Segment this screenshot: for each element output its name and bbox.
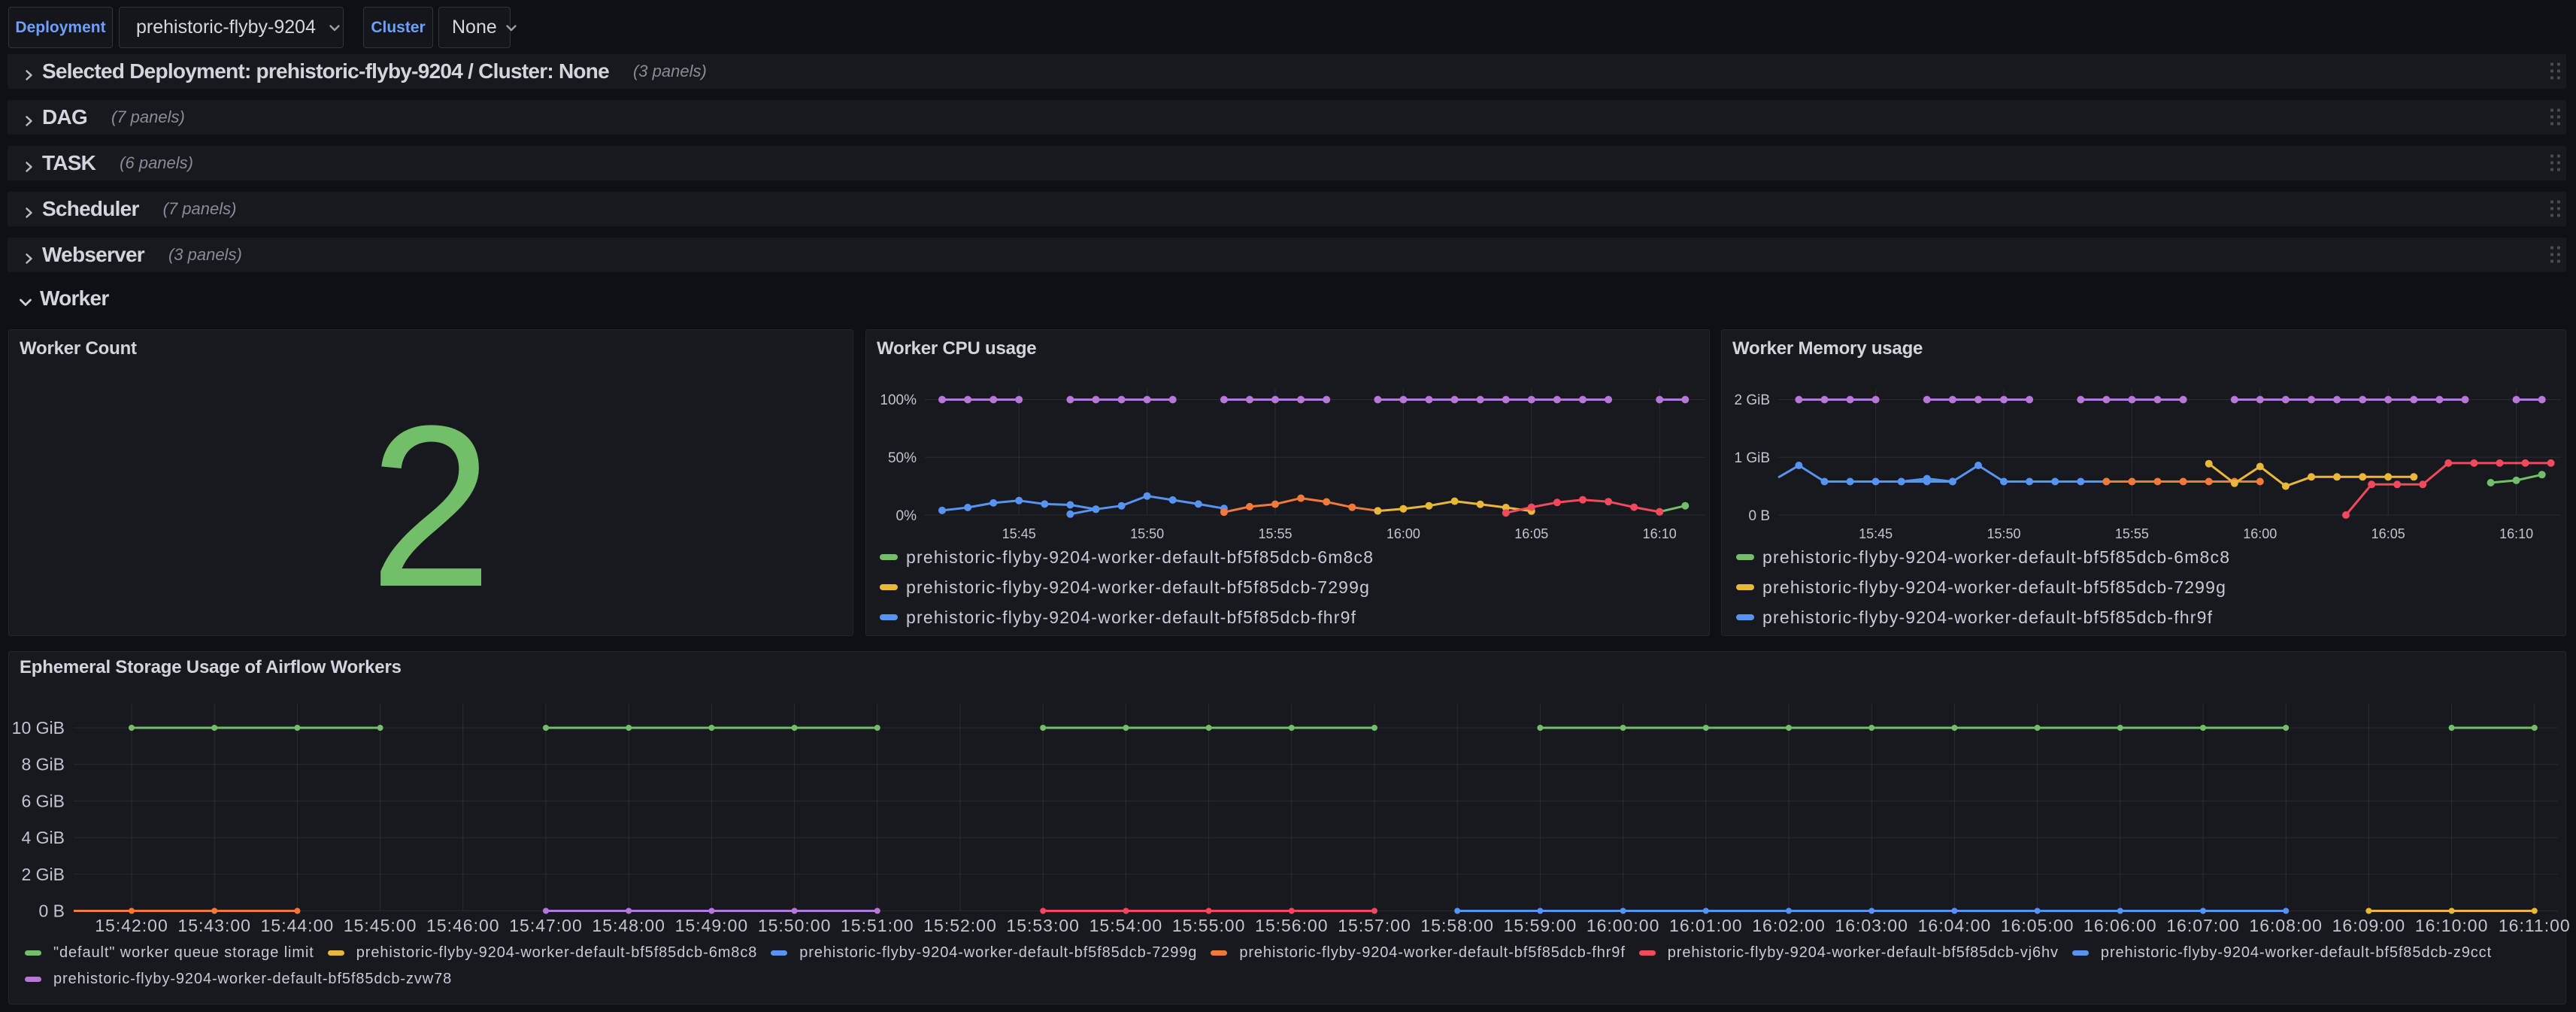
svg-text:2 GiB: 2 GiB [21, 865, 65, 884]
svg-text:16:05: 16:05 [2371, 526, 2405, 541]
svg-text:15:54:00: 15:54:00 [1089, 916, 1163, 935]
svg-text:15:48:00: 15:48:00 [592, 916, 665, 935]
svg-text:16:10: 16:10 [2499, 526, 2533, 541]
svg-text:4 GiB: 4 GiB [21, 828, 65, 847]
svg-text:15:57:00: 15:57:00 [1338, 916, 1411, 935]
svg-text:15:42:00: 15:42:00 [95, 916, 168, 935]
svg-text:0 B: 0 B [1748, 508, 1770, 524]
svg-text:16:10:00: 16:10:00 [2415, 916, 2489, 935]
svg-text:16:09:00: 16:09:00 [2332, 916, 2406, 935]
svg-text:15:59:00: 15:59:00 [1504, 916, 1577, 935]
svg-text:15:56:00: 15:56:00 [1255, 916, 1329, 935]
svg-text:15:45:00: 15:45:00 [344, 916, 417, 935]
svg-text:16:02:00: 16:02:00 [1752, 916, 1826, 935]
svg-text:16:07:00: 16:07:00 [2166, 916, 2240, 935]
svg-text:6 GiB: 6 GiB [21, 791, 65, 811]
svg-text:2 GiB: 2 GiB [1734, 392, 1770, 408]
svg-text:1 GiB: 1 GiB [1734, 450, 1770, 466]
svg-text:15:55: 15:55 [2115, 526, 2149, 541]
svg-text:10 GiB: 10 GiB [12, 718, 65, 738]
svg-text:16:10: 16:10 [1643, 526, 1677, 541]
svg-text:15:50:00: 15:50:00 [758, 916, 832, 935]
svg-text:15:50: 15:50 [1130, 526, 1164, 541]
svg-text:8 GiB: 8 GiB [21, 755, 65, 774]
svg-text:15:51:00: 15:51:00 [841, 916, 914, 935]
svg-text:16:00: 16:00 [1386, 526, 1420, 541]
svg-text:15:47:00: 15:47:00 [509, 916, 583, 935]
svg-text:16:04:00: 16:04:00 [1918, 916, 1992, 935]
svg-text:15:44:00: 15:44:00 [261, 916, 335, 935]
svg-text:16:00: 16:00 [2243, 526, 2277, 541]
svg-text:0%: 0% [896, 508, 917, 524]
svg-text:15:52:00: 15:52:00 [923, 916, 997, 935]
svg-text:16:05:00: 16:05:00 [2001, 916, 2074, 935]
svg-text:16:01:00: 16:01:00 [1669, 916, 1743, 935]
svg-text:15:49:00: 15:49:00 [675, 916, 749, 935]
svg-text:15:45: 15:45 [1859, 526, 1893, 541]
svg-text:16:11:00: 16:11:00 [2499, 916, 2571, 935]
svg-text:100%: 100% [880, 392, 917, 408]
svg-text:15:46:00: 15:46:00 [426, 916, 500, 935]
svg-text:15:50: 15:50 [1987, 526, 2020, 541]
svg-text:16:05: 16:05 [1514, 526, 1548, 541]
svg-text:16:00:00: 16:00:00 [1587, 916, 1660, 935]
svg-text:0 B: 0 B [38, 901, 65, 921]
svg-text:15:55:00: 15:55:00 [1172, 916, 1246, 935]
svg-text:15:43:00: 15:43:00 [177, 916, 251, 935]
svg-text:16:03:00: 16:03:00 [1835, 916, 1908, 935]
svg-text:15:55: 15:55 [1258, 526, 1292, 541]
svg-text:15:58:00: 15:58:00 [1420, 916, 1494, 935]
svg-text:15:45: 15:45 [1002, 526, 1036, 541]
svg-text:16:06:00: 16:06:00 [2084, 916, 2157, 935]
svg-text:15:53:00: 15:53:00 [1006, 916, 1080, 935]
svg-text:16:08:00: 16:08:00 [2249, 916, 2323, 935]
svg-text:50%: 50% [888, 450, 917, 466]
